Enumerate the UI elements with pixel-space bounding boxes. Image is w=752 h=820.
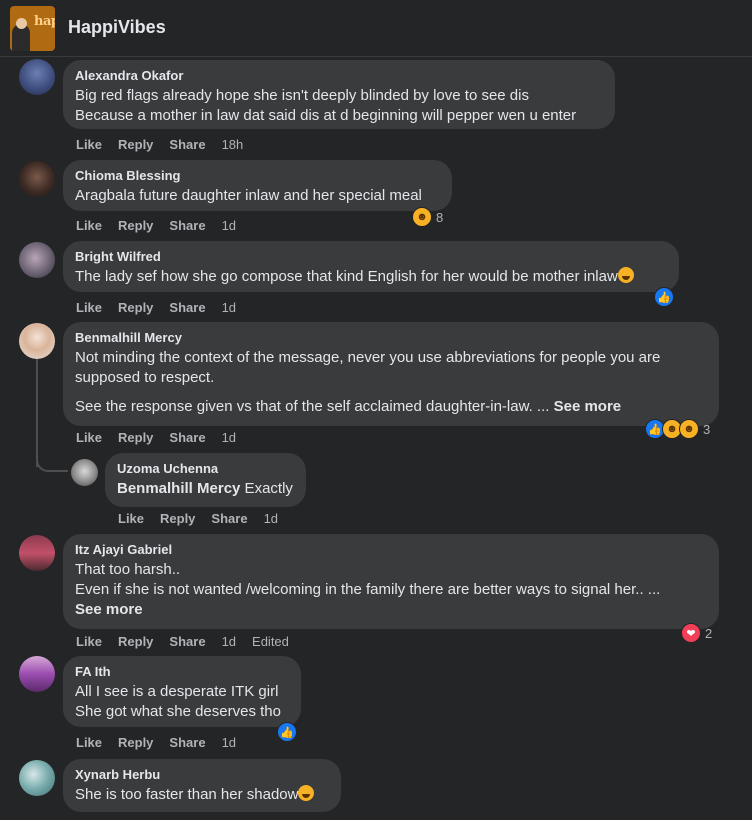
comment-actions: Like Reply Share 1d [76,300,252,315]
comment-text-line: Not minding the context of the message, … [75,349,661,366]
emoji-icon [298,785,315,801]
reply-button[interactable]: Reply [118,430,153,445]
comment-timestamp[interactable]: 1d [222,634,236,649]
comment-timestamp[interactable]: 1d [222,300,236,315]
comment-actions: Like Reply Share 1d Edited [76,634,305,649]
comment-text-line: She got what she deserves tho [75,703,281,720]
comment-author[interactable]: Itz Ajayi Gabriel [75,542,707,557]
comment-actions: Like Reply Share 1d [76,735,252,750]
page-avatar[interactable]: hap [10,6,55,51]
like-button[interactable]: Like [76,735,102,750]
comment-author[interactable]: Alexandra Okafor [75,68,603,83]
reaction-summary[interactable]: ❤ 2 [679,622,716,644]
comment-author[interactable]: Xynarb Herbu [75,767,329,782]
comment-actions: Like Reply Share 1d [76,430,252,445]
comment-bubble: Alexandra Okafor Big red flags already h… [63,60,615,129]
comment-actions: Like Reply Share 1d [118,511,294,526]
reply-bubble: Uzoma Uchenna Benmalhill Mercy Exactly [105,453,306,507]
avatar[interactable] [19,59,55,95]
comment-bubble: FA Ith All I see is a desperate ITK girl… [63,656,301,727]
comment-actions: Like Reply Share 18h [76,137,259,152]
comment-author[interactable]: FA Ith [75,664,289,679]
comment-text-line: See the response given vs that of the se… [75,398,622,415]
see-more-link[interactable]: See more [554,398,622,415]
comment-text-line: Because a mother in law dat said dis at … [75,107,577,124]
like-button[interactable]: Like [118,511,144,526]
logo-face-graphic [16,18,27,29]
comment-text-line: She is too faster than her shadow [75,785,329,805]
comment-text-line: supposed to respect. [75,369,215,386]
avatar[interactable] [19,161,55,197]
reaction-count: 3 [703,421,711,437]
avatar[interactable] [19,323,55,359]
comment-timestamp[interactable]: 18h [222,137,244,152]
comment-text-line: All I see is a desperate ITK girl [75,683,279,700]
comment-timestamp[interactable]: 1d [264,511,278,526]
comment-timestamp[interactable]: 1d [222,735,236,750]
comment-text-line: The lady sef how she go compose that kin… [75,267,667,287]
reaction-summary[interactable]: 👍 ☻ ☻ 3 [643,418,714,440]
reply-button[interactable]: Reply [118,137,153,152]
share-button[interactable]: Share [211,511,247,526]
comment-bubble: Bright Wilfred The lady sef how she go c… [63,241,679,292]
reply-button[interactable]: Reply [118,735,153,750]
love-icon: ❤ [681,623,701,643]
haha-icon: ☻ [412,207,432,227]
avatar[interactable] [19,760,55,796]
share-button[interactable]: Share [169,634,205,649]
emoji-icon [617,267,634,283]
edited-label: Edited [252,634,289,649]
comment-text-line: Even if she is not wanted /welcoming in … [75,581,661,598]
comment-timestamp[interactable]: 1d [222,218,236,233]
comment-text-line: That too harsh.. [75,561,181,578]
reaction-count: 8 [436,209,444,225]
share-button[interactable]: Share [169,137,205,152]
like-button[interactable]: Like [76,300,102,315]
reply-button[interactable]: Reply [118,218,153,233]
reaction-summary[interactable]: 👍 [275,721,298,743]
like-icon: 👍 [654,287,674,307]
logo-text: hap [34,14,55,29]
reply-button[interactable]: Reply [160,511,195,526]
reaction-summary[interactable]: 👍 [652,286,675,308]
avatar[interactable] [71,459,98,486]
comment-text-line: Big red flags already hope she isn't dee… [75,87,529,104]
post-header: hap HappiVibes [0,0,752,57]
comment-author[interactable]: Benmalhill Mercy [75,330,707,345]
comment-bubble: Xynarb Herbu She is too faster than her … [63,759,341,812]
like-button[interactable]: Like [76,137,102,152]
share-button[interactable]: Share [169,735,205,750]
mention-link[interactable]: Benmalhill Mercy [117,480,240,497]
reaction-count: 2 [705,625,713,641]
avatar[interactable] [19,242,55,278]
like-button[interactable]: Like [76,430,102,445]
comment-bubble: Itz Ajayi Gabriel That too harsh.. Even … [63,534,719,629]
reply-thread-curve [36,448,68,472]
page-name[interactable]: HappiVibes [68,17,166,38]
comment-author[interactable]: Uzoma Uchenna [117,461,294,476]
comment-actions: Like Reply Share 1d [76,218,252,233]
comment-author[interactable]: Chioma Blessing [75,168,440,183]
like-button[interactable]: Like [76,218,102,233]
comment-bubble: Benmalhill Mercy Not minding the context… [63,322,719,426]
comment-bubble: Chioma Blessing Aragbala future daughter… [63,160,452,211]
comment-text-line: Aragbala future daughter inlaw and her s… [75,187,422,204]
comment-text-line: Benmalhill Mercy Exactly [117,480,293,497]
avatar[interactable] [19,535,55,571]
share-button[interactable]: Share [169,300,205,315]
see-more-link[interactable]: See more [75,600,707,620]
share-button[interactable]: Share [169,430,205,445]
like-button[interactable]: Like [76,634,102,649]
like-icon: 👍 [277,722,297,742]
avatar[interactable] [19,656,55,692]
reply-button[interactable]: Reply [118,634,153,649]
comment-author[interactable]: Bright Wilfred [75,249,667,264]
haha-icon: ☻ [679,419,699,439]
reply-button[interactable]: Reply [118,300,153,315]
reaction-summary[interactable]: ☻ 8 [410,206,447,228]
comment-timestamp[interactable]: 1d [222,430,236,445]
share-button[interactable]: Share [169,218,205,233]
